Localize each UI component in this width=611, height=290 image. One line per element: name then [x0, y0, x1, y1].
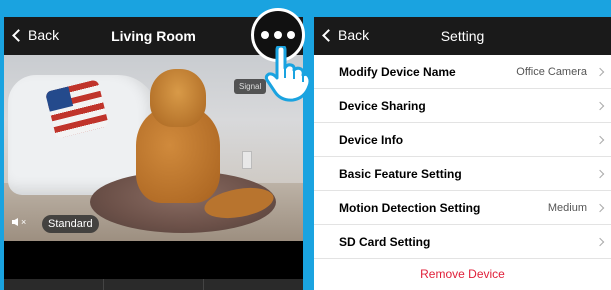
- chevron-right-icon: [595, 169, 605, 178]
- camera-feed[interactable]: Signal × Standard: [4, 55, 303, 241]
- setting-value: Medium: [547, 201, 587, 214]
- setting-label: Basic Feature Setting: [339, 166, 462, 181]
- chevron-right-icon: [595, 67, 605, 76]
- remove-device-button[interactable]: Remove Device: [314, 259, 611, 289]
- control-slot[interactable]: [104, 279, 204, 290]
- live-view-screen: Back Living Room Signal × Standard: [4, 17, 303, 290]
- settings-screen: Back Setting Modify Device Name Office C…: [314, 17, 611, 290]
- setting-basic-feature[interactable]: Basic Feature Setting: [314, 157, 611, 191]
- dog-head-image: [150, 69, 206, 127]
- setting-modify-device-name[interactable]: Modify Device Name Office Camera: [314, 55, 611, 89]
- page-title: Setting: [440, 28, 485, 44]
- setting-label: Device Info: [339, 132, 404, 147]
- control-bar: [4, 279, 303, 290]
- setting-device-info[interactable]: Device Info: [314, 123, 611, 157]
- setting-device-sharing[interactable]: Device Sharing: [314, 89, 611, 123]
- setting-label: Device Sharing: [339, 98, 426, 113]
- setting-sd-card[interactable]: SD Card Setting: [314, 225, 611, 259]
- chevron-right-icon: [595, 101, 605, 110]
- control-slot[interactable]: [4, 279, 104, 290]
- setting-label: Modify Device Name: [339, 64, 456, 79]
- chevron-right-icon: [595, 237, 605, 246]
- settings-header: Back Setting: [314, 17, 611, 55]
- setting-value: Office Camera: [516, 65, 587, 78]
- quality-button[interactable]: Standard: [42, 215, 99, 233]
- chevron-right-icon: [595, 203, 605, 212]
- mute-button[interactable]: ×: [12, 217, 26, 227]
- settings-list: Modify Device Name Office Camera Device …: [314, 55, 611, 259]
- setting-label: SD Card Setting: [339, 234, 431, 249]
- chevron-right-icon: [595, 135, 605, 144]
- control-slot[interactable]: [204, 279, 303, 290]
- more-dots-icon: [261, 31, 269, 39]
- speaker-mute-icon: [12, 218, 18, 226]
- setting-motion-detection[interactable]: Motion Detection Setting Medium: [314, 191, 611, 225]
- setting-label: Motion Detection Setting: [339, 200, 481, 215]
- signal-badge: Signal: [234, 79, 267, 94]
- pointing-hand-icon: [264, 46, 312, 102]
